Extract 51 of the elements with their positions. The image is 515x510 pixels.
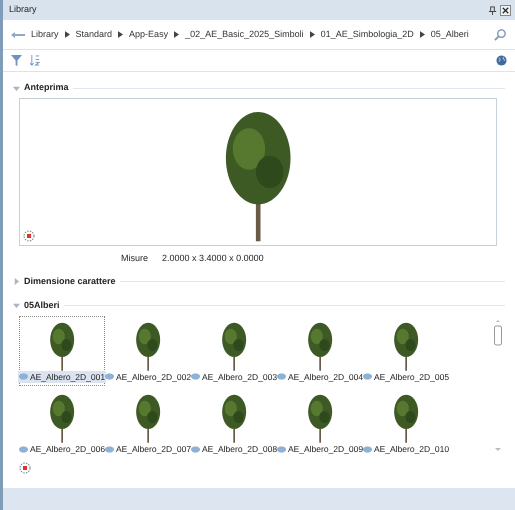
gallery-item[interactable]: AE_Albero_2D_002	[105, 316, 191, 386]
gallery-item[interactable]: AE_Albero_2D_007	[105, 388, 191, 459]
gallery-item[interactable]: AE_Albero_2D_001	[19, 316, 105, 386]
gallery-item[interactable]: AE_Albero_2D_009	[277, 388, 363, 459]
expand-arrow-icon[interactable]	[13, 278, 20, 285]
breadcrumb-item[interactable]: Standard	[76, 28, 112, 42]
pin-icon[interactable]	[488, 6, 497, 14]
breadcrumb-item[interactable]: App-Easy	[129, 28, 168, 42]
breadcrumb-item[interactable]: 05_Alberi	[430, 28, 469, 42]
item-label: AE_Albero_2D_005	[374, 370, 450, 384]
item-label: AE_Albero_2D_007	[116, 443, 192, 456]
item-label: AE_Albero_2D_008	[202, 443, 278, 456]
filter-icon[interactable]	[11, 55, 22, 66]
section-title[interactable]: Anteprima	[24, 81, 69, 95]
gallery-item[interactable]: AE_Albero_2D_003	[191, 316, 277, 386]
item-label: AE_Albero_2D_001	[30, 370, 106, 384]
sort-icon[interactable]	[30, 55, 41, 66]
caret-icon	[118, 31, 124, 38]
item-label: AE_Albero_2D_006	[30, 443, 106, 456]
collapse-arrow-icon[interactable]	[13, 84, 20, 92]
breadcrumb-item[interactable]: 01_AE_Simbologia_2D	[320, 28, 414, 42]
gallery-item[interactable]: AE_Albero_2D_005	[363, 316, 449, 386]
measure-value: 2.0000 x 3.4000 x 0.0000	[162, 252, 264, 265]
item-label: AE_Albero_2D_009	[288, 443, 364, 456]
measure-label: Misure	[121, 252, 148, 265]
search-icon[interactable]	[494, 28, 507, 41]
gallery-item[interactable]: AE_Albero_2D_004	[277, 316, 363, 386]
record-icon[interactable]	[23, 230, 35, 242]
close-button[interactable]	[500, 4, 511, 16]
breadcrumb-item[interactable]: _02_AE_Basic_2025_Simboli	[185, 28, 304, 42]
back-arrow-icon[interactable]	[11, 30, 25, 38]
caret-icon	[64, 31, 70, 38]
gallery-item[interactable]: AE_Albero_2D_010	[363, 388, 449, 459]
globe-icon[interactable]	[496, 55, 507, 66]
item-label: AE_Albero_2D_010	[374, 443, 450, 456]
gallery-item[interactable]: AE_Albero_2D_008	[191, 388, 277, 459]
scrollbar-drawing[interactable]	[494, 320, 502, 346]
scroll-down-icon[interactable]	[495, 448, 501, 452]
section-title[interactable]: 05Alberi	[24, 298, 60, 312]
window-title: Library	[9, 3, 38, 16]
caret-icon	[174, 31, 180, 38]
item-label: AE_Albero_2D_002	[116, 370, 192, 384]
item-label: AE_Albero_2D_003	[202, 370, 278, 384]
record-icon[interactable]	[19, 462, 31, 474]
section-title[interactable]: Dimensione carattere	[24, 274, 116, 288]
caret-icon	[310, 31, 315, 38]
breadcrumb-item[interactable]: Library	[31, 28, 59, 42]
caret-icon	[420, 31, 425, 38]
collapse-arrow-icon[interactable]	[13, 302, 20, 309]
item-label: AE_Albero_2D_004	[288, 370, 364, 384]
gallery-item[interactable]: AE_Albero_2D_006	[19, 388, 105, 459]
